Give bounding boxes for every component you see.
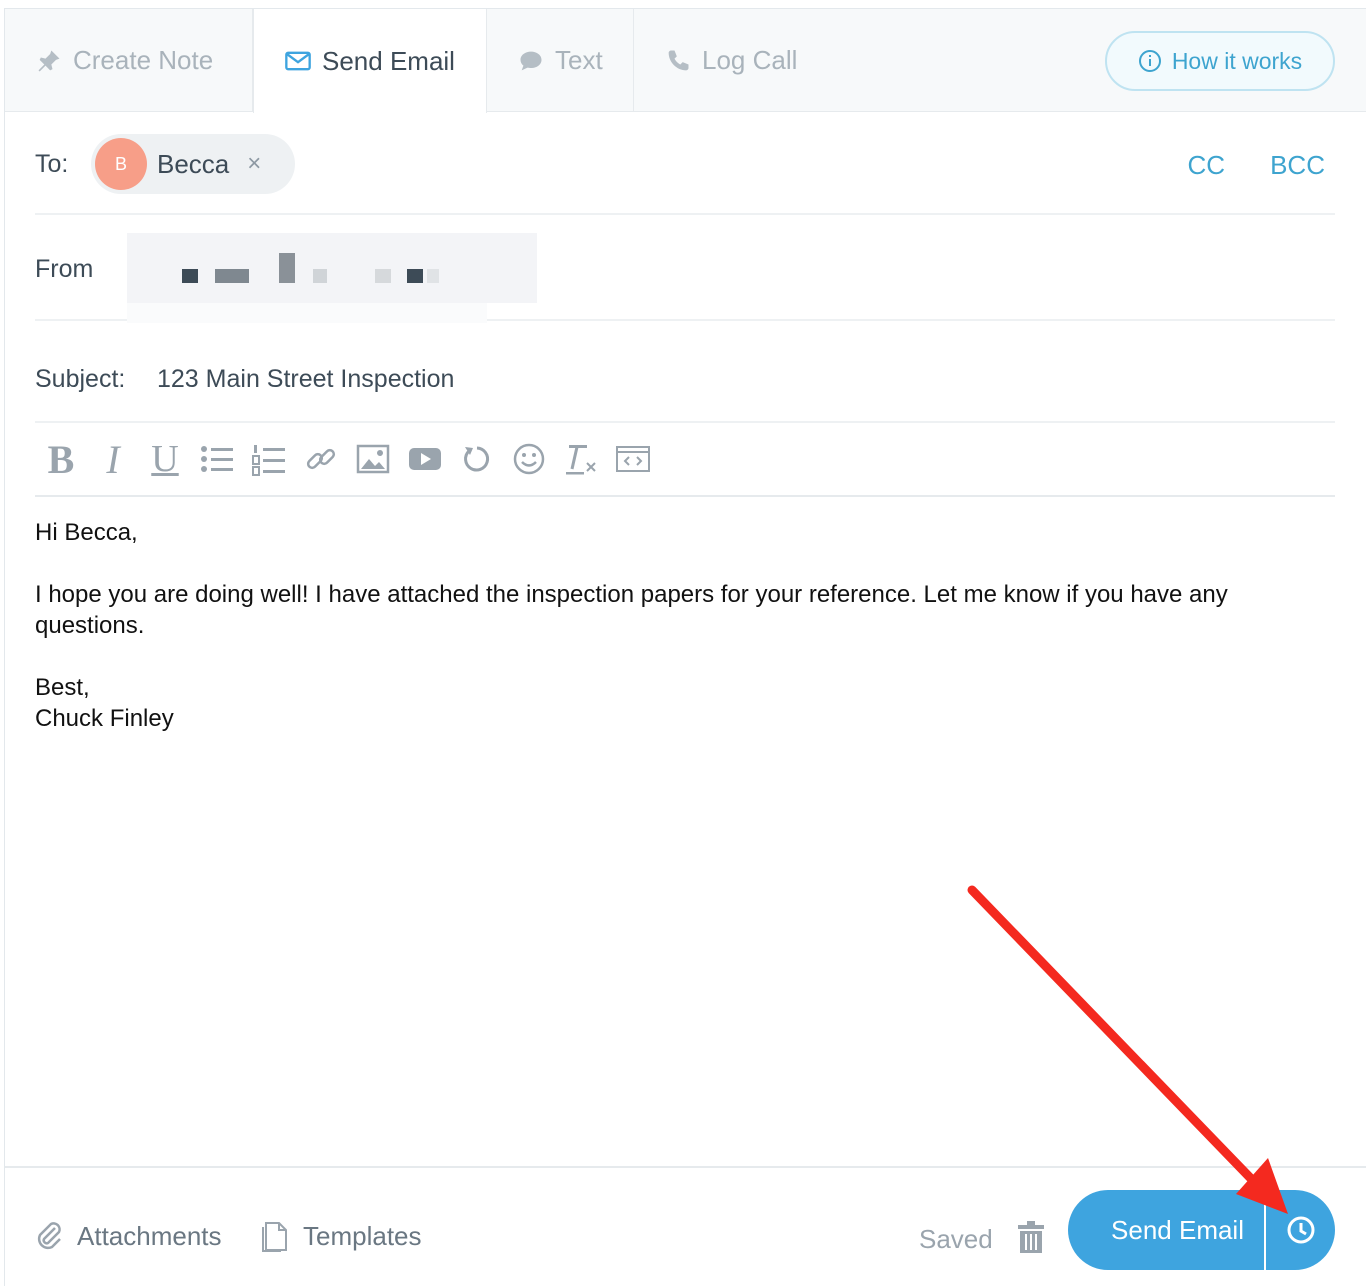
send-button-group: Send Email [1068,1190,1335,1270]
info-icon [1138,50,1161,72]
formatting-toolbar: B I U [35,423,1335,497]
activity-tabs: Create Note Send Email Text Log Call How… [5,9,1366,113]
bullet-list-icon [201,446,233,472]
how-it-works-label: How it works [1171,47,1303,74]
image-button[interactable] [347,437,399,481]
link-icon [306,448,336,470]
phone-icon [668,50,689,70]
tab-send-email[interactable]: Send Email [253,9,487,113]
schedule-send-button[interactable] [1266,1190,1335,1270]
templates-label: Templates [303,1220,422,1251]
envelope-icon [285,51,311,71]
attachments-button[interactable]: Attachments [35,1220,222,1252]
tab-create-note[interactable]: Create Note [5,9,253,112]
how-it-works-button[interactable]: How it works [1105,31,1335,91]
send-email-button[interactable]: Send Email [1068,1190,1266,1270]
tab-text-label: Text [555,45,603,75]
recipient-name: Becca [157,148,230,179]
tab-send-email-label: Send Email [322,45,455,76]
underline-button[interactable]: U [139,437,191,481]
emoji-button[interactable] [503,437,555,481]
paperclip-icon [37,1222,61,1250]
link-button[interactable] [295,437,347,481]
to-row: To: B Becca × CC BCC [35,112,1335,215]
body-paragraph: I hope you are doing well! I have attach… [35,581,1228,639]
remove-recipient-button[interactable]: × [247,150,261,178]
subject-row: Subject: 123 Main Street Inspection [35,321,1335,423]
bcc-button[interactable]: BCC [1270,150,1325,181]
numbered-list-button[interactable] [243,437,295,481]
recipient-chip[interactable]: B Becca × [91,134,295,194]
tab-text[interactable]: Text [487,9,634,112]
subject-input[interactable]: 123 Main Street Inspection [157,365,454,394]
cc-button[interactable]: CC [1187,150,1225,181]
undo-icon [464,446,490,472]
pin-icon [38,50,60,71]
from-row: From [35,215,1335,323]
chat-bubble-icon [520,51,542,70]
clear-formatting-button[interactable] [555,437,607,481]
undo-button[interactable] [451,437,503,481]
clear-format-icon [566,445,596,475]
smiley-icon [513,443,545,475]
composer-footer: Attachments Templates Saved Send Email [5,1166,1366,1286]
email-composer: Create Note Send Email Text Log Call How… [4,8,1366,1286]
document-icon [262,1222,287,1252]
email-body-editor[interactable]: Hi Becca, I hope you are doing well! I h… [35,517,1335,734]
clock-icon [1287,1216,1314,1244]
body-signoff: Best, [35,674,90,701]
tab-log-call[interactable]: Log Call [634,9,834,112]
attachments-label: Attachments [77,1220,222,1251]
body-greeting: Hi Becca, [35,519,138,546]
video-button[interactable] [399,437,451,481]
play-icon [409,448,441,470]
italic-button[interactable]: I [87,437,139,482]
numbered-list-icon [252,445,285,476]
redacted-from-address[interactable] [127,233,537,323]
image-icon [356,444,390,474]
trash-icon[interactable] [1017,1220,1045,1254]
subject-label: Subject: [35,365,126,393]
saved-status: Saved [919,1224,993,1254]
to-label: To: [35,150,69,178]
from-label: From [35,255,94,283]
tab-create-note-label: Create Note [73,45,214,75]
templates-button[interactable]: Templates [261,1220,422,1252]
source-code-button[interactable] [607,437,659,481]
code-window-icon [616,446,650,472]
bullet-list-button[interactable] [191,437,243,481]
bold-button[interactable]: B [35,437,87,482]
tab-log-call-label: Log Call [702,45,798,75]
avatar: B [95,138,147,190]
body-signature: Chuck Finley [35,705,174,732]
